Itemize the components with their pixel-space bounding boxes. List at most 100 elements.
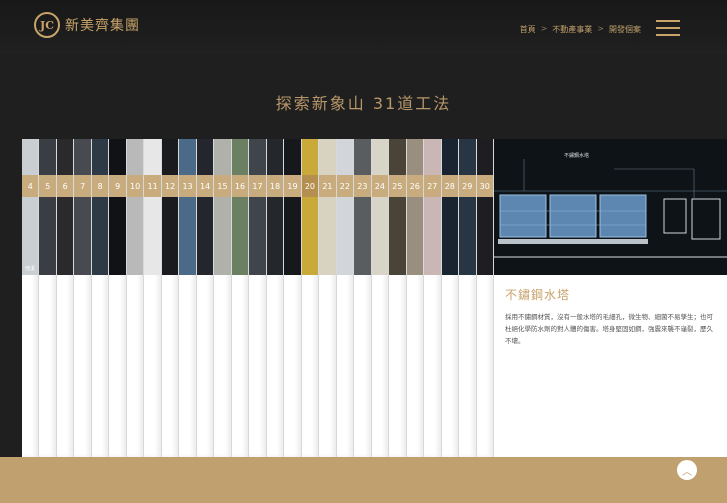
method-photo: [39, 139, 56, 275]
method-photo: [441, 139, 459, 275]
feature-description: 採用不鏽鋼材質，沒有一般水塔的毛細孔，微生物、細菌不易孳生；也可杜絕化學防水劑的…: [505, 313, 713, 345]
method-number: 12: [161, 175, 179, 197]
method-strip-11[interactable]: 11: [144, 139, 162, 457]
method-strip-27[interactable]: 27: [424, 139, 442, 457]
method-strip-30[interactable]: 30: [476, 139, 494, 457]
method-strip-29[interactable]: 29: [459, 139, 477, 457]
method-photo: [109, 139, 126, 275]
method-strip-5[interactable]: 5: [39, 139, 57, 457]
method-strip-label: 他潔: [25, 266, 36, 272]
method-photo: [91, 139, 109, 275]
method-number: 7: [74, 175, 91, 197]
method-photo: [126, 139, 144, 275]
footer-bar: [0, 457, 727, 503]
method-strip-12[interactable]: 12: [161, 139, 180, 457]
method-strip-20[interactable]: 20: [301, 139, 320, 457]
method-strip-9[interactable]: 9: [109, 139, 127, 457]
feature-title: 不鏽鋼水塔: [505, 288, 571, 302]
method-strip-22[interactable]: 22: [336, 139, 355, 457]
method-strip-14[interactable]: 14: [196, 139, 215, 457]
method-number: 26: [406, 175, 424, 197]
method-photo: [319, 139, 336, 275]
logo-mark: JC: [34, 12, 60, 38]
method-number: 27: [424, 175, 441, 197]
method-strip-24[interactable]: 24: [371, 139, 390, 457]
method-photo: [144, 139, 161, 275]
method-photo: [406, 139, 424, 275]
water-tank-illustration: [494, 139, 727, 275]
method-number: 14: [196, 175, 214, 197]
method-number: 21: [319, 175, 336, 197]
method-strip-list: 4 他潔 5 6 7 8 9 10 11 12 13 14 15 16 17 18 19 20 21 22 23 24 25…: [22, 139, 494, 457]
method-photo: [284, 139, 301, 275]
method-strip-6[interactable]: 6: [56, 139, 75, 457]
method-number: 18: [266, 175, 284, 197]
method-number: 5: [39, 175, 56, 197]
method-photo: [161, 139, 179, 275]
method-number: 15: [214, 175, 231, 197]
breadcrumb: 首頁 > 不動產事業 > 開發個案: [520, 24, 641, 35]
method-number: 9: [109, 175, 126, 197]
method-number: 4: [22, 175, 39, 197]
feature-image: 不鏽鋼水塔: [494, 139, 727, 275]
method-number: 13: [179, 175, 196, 197]
method-strip-25[interactable]: 25: [389, 139, 407, 457]
method-number: 24: [371, 175, 389, 197]
method-photo: [231, 139, 249, 275]
method-photo: [424, 139, 441, 275]
method-number: 8: [91, 175, 109, 197]
method-photo: [301, 139, 319, 275]
method-strip-8[interactable]: 8: [91, 139, 110, 457]
method-number: 28: [441, 175, 459, 197]
brand-logo[interactable]: JC 新美齊集團: [34, 12, 140, 38]
method-photo: [249, 139, 266, 275]
method-strip-19[interactable]: 19: [284, 139, 302, 457]
method-photo: [476, 139, 493, 275]
method-number: 25: [389, 175, 406, 197]
method-photo: [354, 139, 371, 275]
menu-line: [656, 34, 680, 36]
method-strip-21[interactable]: 21: [319, 139, 337, 457]
method-photo: [22, 139, 39, 275]
method-strip-17[interactable]: 17: [249, 139, 267, 457]
method-strip-10[interactable]: 10: [126, 139, 145, 457]
feature-detail: 不鏽鋼水塔 不鏽鋼水塔 採用不鏽鋼材質，沒有一般水塔的毛細孔，微生物、細菌不易孳…: [494, 139, 727, 457]
method-strip-26[interactable]: 26: [406, 139, 425, 457]
page-title: 探索新象山 31道工法: [275, 94, 452, 113]
method-photo: [389, 139, 406, 275]
method-number: 11: [144, 175, 161, 197]
method-number: 19: [284, 175, 301, 197]
breadcrumb-real-estate[interactable]: 不動產事業: [552, 24, 592, 35]
method-photo: [214, 139, 231, 275]
method-strip-13[interactable]: 13: [179, 139, 197, 457]
method-photo: [56, 139, 74, 275]
feature-image-label: 不鏽鋼水塔: [564, 153, 590, 159]
breadcrumb-projects[interactable]: 開發個案: [609, 24, 641, 35]
method-number: 29: [459, 175, 476, 197]
breadcrumb-separator: >: [597, 24, 604, 33]
method-number: 10: [126, 175, 144, 197]
chevron-up-icon[interactable]: ︿: [677, 460, 697, 480]
method-strip-23[interactable]: 23: [354, 139, 372, 457]
method-photo: [266, 139, 284, 275]
method-photo: [336, 139, 354, 275]
method-strip-4[interactable]: 4 他潔: [22, 139, 40, 457]
method-strip-7[interactable]: 7: [74, 139, 92, 457]
menu-line: [656, 20, 680, 22]
breadcrumb-home[interactable]: 首頁: [520, 24, 536, 35]
brand-name: 新美齊集團: [65, 18, 140, 34]
method-number: 22: [336, 175, 354, 197]
breadcrumb-separator: >: [540, 24, 548, 33]
method-strip-18[interactable]: 18: [266, 139, 285, 457]
top-navigation-bar: JC 新美齊集團 首頁 > 不動產事業 > 開發個案: [0, 0, 727, 54]
method-strip-28[interactable]: 28: [441, 139, 460, 457]
hamburger-menu-icon[interactable]: [656, 20, 680, 36]
method-number: 17: [249, 175, 266, 197]
method-number: 30: [476, 175, 493, 197]
method-strip-16[interactable]: 16: [231, 139, 250, 457]
method-number: 20: [301, 175, 319, 197]
method-photo: [74, 139, 91, 275]
method-number: 6: [56, 175, 74, 197]
method-photo: [179, 139, 196, 275]
method-strip-15[interactable]: 15: [214, 139, 232, 457]
